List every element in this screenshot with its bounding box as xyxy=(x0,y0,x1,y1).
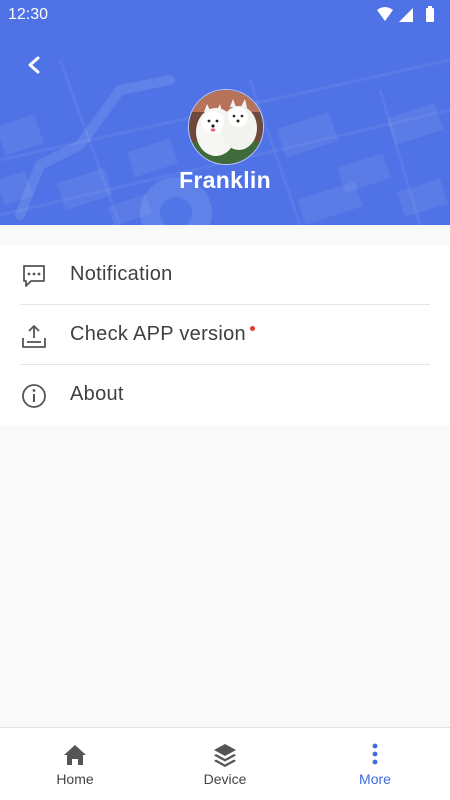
menu-item-about[interactable]: About xyxy=(0,365,450,425)
menu-item-check-app-version[interactable]: Check APP version xyxy=(0,305,450,365)
status-icons xyxy=(377,6,434,22)
avatar[interactable] xyxy=(188,89,264,165)
chevron-left-icon xyxy=(28,56,40,74)
menu-item-notification[interactable]: Notification xyxy=(0,245,450,305)
dog-photo-avatar xyxy=(189,90,263,164)
menu-item-label: Check APP version xyxy=(70,323,246,345)
info-circle-icon xyxy=(22,384,46,408)
tab-more[interactable]: More xyxy=(300,728,450,800)
back-button[interactable] xyxy=(16,50,52,80)
profile-header: 12:30 Franklin xyxy=(0,0,450,225)
chat-bubble-icon xyxy=(23,265,45,287)
menu-item-label: About xyxy=(70,383,124,405)
tab-more-label: More xyxy=(359,771,391,787)
wifi-icon xyxy=(377,7,393,21)
tab-home-label: Home xyxy=(56,771,94,787)
settings-menu: Notification Check APP version About xyxy=(0,245,450,425)
battery-icon xyxy=(426,6,434,22)
upload-tray-icon xyxy=(22,325,46,348)
signal-icon xyxy=(399,8,413,22)
status-bar: 12:30 xyxy=(0,0,450,30)
layers-icon xyxy=(214,744,236,767)
profile-name: Franklin xyxy=(179,167,271,193)
bottom-navigation: Home Device More xyxy=(0,727,450,800)
tab-device-label: Device xyxy=(203,771,247,787)
tab-home[interactable]: Home xyxy=(0,728,150,800)
update-available-dot xyxy=(250,326,255,331)
tab-device[interactable]: Device xyxy=(150,728,300,800)
home-icon xyxy=(64,745,86,765)
more-vertical-icon xyxy=(372,743,378,765)
status-time: 12:30 xyxy=(8,6,49,23)
menu-item-label: Notification xyxy=(70,263,173,285)
